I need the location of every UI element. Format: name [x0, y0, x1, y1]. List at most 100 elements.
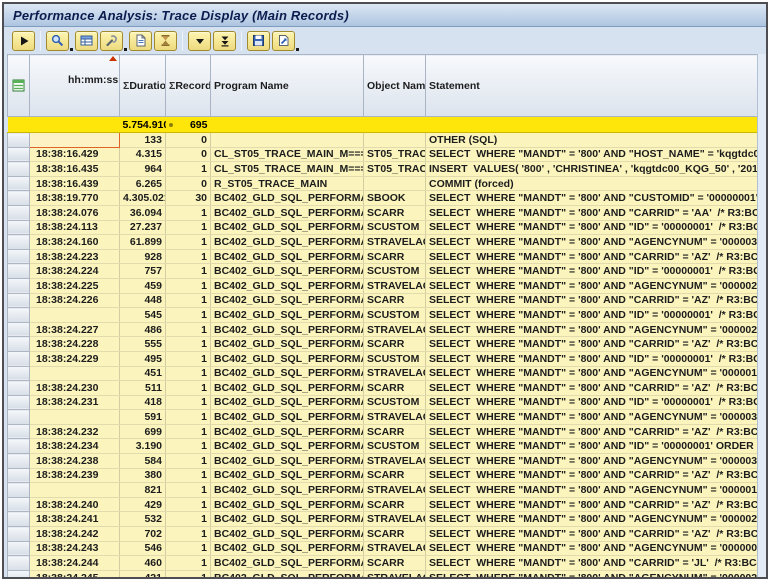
cell-object[interactable]: SCUSTOM: [364, 395, 426, 410]
cell-time[interactable]: [30, 366, 120, 381]
cell-records[interactable]: 1: [166, 293, 211, 308]
cell-records[interactable]: 1: [166, 439, 211, 454]
aggregated-view-button[interactable]: [75, 31, 98, 51]
cell-object[interactable]: [364, 176, 426, 191]
cell-duration[interactable]: 418: [120, 395, 166, 410]
cell-object[interactable]: SCARR: [364, 424, 426, 439]
cell-time[interactable]: 18:38:24.245: [30, 570, 120, 579]
table-row[interactable]: 18:38:24.244 460 1 BC402_GLD_SQL_PERFORM…: [8, 556, 760, 571]
cell-time[interactable]: 18:38:24.229: [30, 351, 120, 366]
table-row[interactable]: 18:38:24.240 429 1 BC402_GLD_SQL_PERFORM…: [8, 497, 760, 512]
cell-object[interactable]: STRAVELAG: [364, 541, 426, 556]
cell-statement[interactable]: SELECT WHERE "MANDT" = '800' AND "ID" = …: [426, 308, 760, 323]
cell-statement[interactable]: SELECT WHERE "MANDT" = '800' AND "CARRID…: [426, 249, 760, 264]
cell-time[interactable]: [30, 483, 120, 498]
row-selector[interactable]: [8, 381, 30, 396]
cell-records[interactable]: 1: [166, 468, 211, 483]
cell-object[interactable]: ST05_TRACE: [364, 147, 426, 162]
cell-records[interactable]: 1: [166, 512, 211, 527]
cell-program[interactable]: BC402_GLD_SQL_PERFORMANCE: [211, 366, 364, 381]
corner-select-all-cell[interactable]: [8, 55, 30, 117]
cell-statement[interactable]: INSERT VALUES( '800' , 'CHRISTINEA' , 'k…: [426, 162, 760, 177]
scroll-to-end-button[interactable]: [213, 31, 236, 51]
cell-program[interactable]: R_ST05_TRACE_MAIN: [211, 176, 364, 191]
row-selector[interactable]: [8, 541, 30, 556]
table-row[interactable]: 18:38:24.076 36.094 1 BC402_GLD_SQL_PERF…: [8, 205, 760, 220]
cell-object[interactable]: SCUSTOM: [364, 351, 426, 366]
cell-time[interactable]: 18:38:24.223: [30, 249, 120, 264]
cell-statement[interactable]: SELECT WHERE "MANDT" = '800' AND "AGENCY…: [426, 512, 760, 527]
cell-program[interactable]: BC402_GLD_SQL_PERFORMANCE: [211, 293, 364, 308]
cell-time[interactable]: 18:38:24.241: [30, 512, 120, 527]
cell-statement[interactable]: SELECT WHERE "MANDT" = '800' AND "ID" = …: [426, 220, 760, 235]
cell-statement[interactable]: COMMIT (forced): [426, 176, 760, 191]
cell-duration[interactable]: 702: [120, 527, 166, 542]
cell-statement[interactable]: SELECT WHERE "MANDT" = '800' AND "AGENCY…: [426, 322, 760, 337]
cell-object[interactable]: SBOOK: [364, 191, 426, 206]
cell-statement[interactable]: SELECT WHERE "MANDT" = '800' AND "AGENCY…: [426, 366, 760, 381]
cell-statement[interactable]: SELECT WHERE "MANDT" = '800' AND "CUSTOM…: [426, 191, 760, 206]
cell-records[interactable]: 1: [166, 337, 211, 352]
cell-statement[interactable]: SELECT WHERE "MANDT" = '800' AND "CARRID…: [426, 527, 760, 542]
cell-records[interactable]: 1: [166, 351, 211, 366]
row-selector[interactable]: [8, 483, 30, 498]
cell-object[interactable]: STRAVELAG: [364, 483, 426, 498]
cell-records[interactable]: 1: [166, 220, 211, 235]
cell-program[interactable]: BC402_GLD_SQL_PERFORMANCE: [211, 424, 364, 439]
cell-time[interactable]: 18:38:24.113: [30, 220, 120, 235]
table-row[interactable]: 18:38:24.227 486 1 BC402_GLD_SQL_PERFORM…: [8, 322, 760, 337]
table-row[interactable]: 18:38:24.160 61.899 1 BC402_GLD_SQL_PERF…: [8, 235, 760, 250]
cell-records[interactable]: 1: [166, 205, 211, 220]
row-selector[interactable]: [8, 468, 30, 483]
cell-program[interactable]: [211, 133, 364, 148]
cell-object[interactable]: SCUSTOM: [364, 264, 426, 279]
cell-time[interactable]: 18:38:24.231: [30, 395, 120, 410]
cell-records[interactable]: 1: [166, 410, 211, 425]
cell-duration[interactable]: 133: [120, 133, 166, 148]
cell-time[interactable]: 18:38:24.234: [30, 439, 120, 454]
row-selector[interactable]: [8, 249, 30, 264]
row-selector[interactable]: [8, 293, 30, 308]
cell-records[interactable]: 1: [166, 322, 211, 337]
row-selector[interactable]: [8, 570, 30, 579]
table-row[interactable]: 18:38:24.242 702 1 BC402_GLD_SQL_PERFORM…: [8, 527, 760, 542]
cell-records[interactable]: 1: [166, 483, 211, 498]
cell-records[interactable]: 1: [166, 278, 211, 293]
cell-duration[interactable]: 429: [120, 497, 166, 512]
cell-program[interactable]: BC402_GLD_SQL_PERFORMANCE: [211, 556, 364, 571]
cell-duration[interactable]: 545: [120, 308, 166, 323]
row-selector[interactable]: [8, 235, 30, 250]
row-selector[interactable]: [8, 191, 30, 206]
cell-duration[interactable]: 486: [120, 322, 166, 337]
cell-time[interactable]: 18:38:24.226: [30, 293, 120, 308]
cell-time[interactable]: 18:38:24.240: [30, 497, 120, 512]
row-selector[interactable]: [8, 351, 30, 366]
export-button[interactable]: [272, 31, 295, 51]
cell-object[interactable]: STRAVELAG: [364, 570, 426, 579]
cell-time[interactable]: 18:38:16.429: [30, 147, 120, 162]
row-selector[interactable]: [8, 556, 30, 571]
cell-statement[interactable]: SELECT WHERE "MANDT" = '800' AND "CARRID…: [426, 468, 760, 483]
row-selector[interactable]: [8, 205, 30, 220]
cell-program[interactable]: BC402_GLD_SQL_PERFORMANCE: [211, 497, 364, 512]
table-row[interactable]: 451 1 BC402_GLD_SQL_PERFORMANCE STRAVELA…: [8, 366, 760, 381]
row-selector[interactable]: [8, 308, 30, 323]
cell-records[interactable]: 1: [166, 162, 211, 177]
table-row[interactable]: 18:38:24.232 699 1 BC402_GLD_SQL_PERFORM…: [8, 424, 760, 439]
cell-duration[interactable]: 27.237: [120, 220, 166, 235]
cell-records[interactable]: 1: [166, 454, 211, 469]
cell-duration[interactable]: 460: [120, 556, 166, 571]
cell-object[interactable]: STRAVELAG: [364, 512, 426, 527]
cell-records[interactable]: 1: [166, 235, 211, 250]
row-selector[interactable]: [8, 424, 30, 439]
cell-time[interactable]: [30, 410, 120, 425]
column-header-time[interactable]: hh:mm:ss.ms: [30, 55, 120, 117]
cell-time[interactable]: [30, 308, 120, 323]
cell-time[interactable]: 18:38:24.228: [30, 337, 120, 352]
cell-duration[interactable]: 4.305.021: [120, 191, 166, 206]
cell-object[interactable]: STRAVELAG: [364, 366, 426, 381]
cell-time[interactable]: 18:38:24.224: [30, 264, 120, 279]
cell-object[interactable]: SCARR: [364, 205, 426, 220]
table-row[interactable]: 18:38:24.229 495 1 BC402_GLD_SQL_PERFORM…: [8, 351, 760, 366]
table-row[interactable]: 18:38:24.224 757 1 BC402_GLD_SQL_PERFORM…: [8, 264, 760, 279]
